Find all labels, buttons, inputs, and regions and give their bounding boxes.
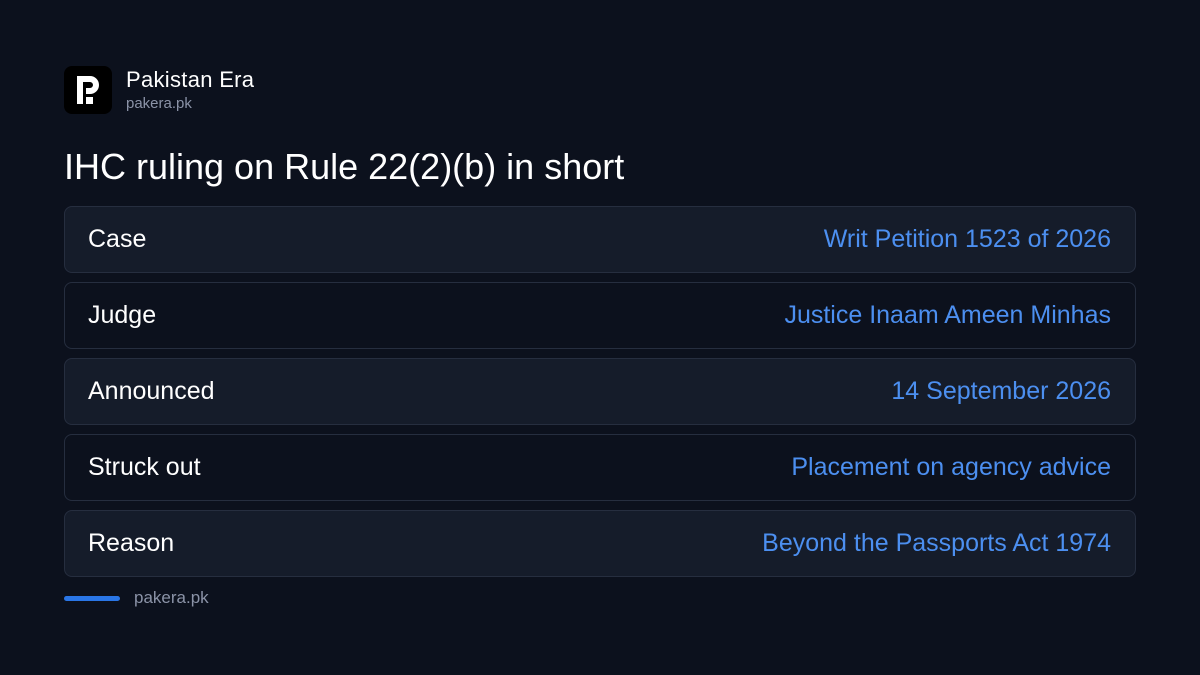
row-label: Announced — [88, 377, 215, 405]
row-value: 14 September 2026 — [891, 377, 1111, 405]
brand-name: Pakistan Era — [126, 66, 255, 92]
row-label: Judge — [88, 301, 157, 329]
summary-row-announced: Announced 14 September 2026 — [64, 358, 1136, 425]
summary-row-case: Case Writ Petition 1523 of 2026 — [64, 206, 1136, 273]
summary-row-reason: Reason Beyond the Passports Act 1974 — [64, 510, 1136, 577]
pakistan-era-logo-icon — [64, 66, 112, 114]
summary-table: Case Writ Petition 1523 of 2026 Judge Ju… — [64, 206, 1136, 586]
row-value: Beyond the Passports Act 1974 — [762, 529, 1111, 557]
row-value: Justice Inaam Ameen Minhas — [784, 301, 1111, 329]
row-label: Struck out — [88, 453, 201, 481]
row-label: Reason — [88, 529, 175, 557]
row-value: Writ Petition 1523 of 2026 — [823, 225, 1111, 253]
brand-domain: pakera.pk — [126, 94, 192, 112]
headline: IHC ruling on Rule 22(2)(b) in short — [64, 146, 625, 187]
brand-text: Pakistan Era pakera.pk — [126, 67, 254, 114]
summary-row-struck-out: Struck out Placement on agency advice — [64, 434, 1136, 501]
row-label: Case — [88, 225, 147, 253]
row-value: Placement on agency advice — [791, 453, 1111, 481]
footer-domain: pakera.pk — [134, 588, 209, 607]
brand-header: Pakistan Era pakera.pk — [64, 66, 254, 114]
footer: pakera.pk — [64, 586, 209, 610]
accent-bar — [64, 595, 120, 601]
summary-row-judge: Judge Justice Inaam Ameen Minhas — [64, 282, 1136, 349]
